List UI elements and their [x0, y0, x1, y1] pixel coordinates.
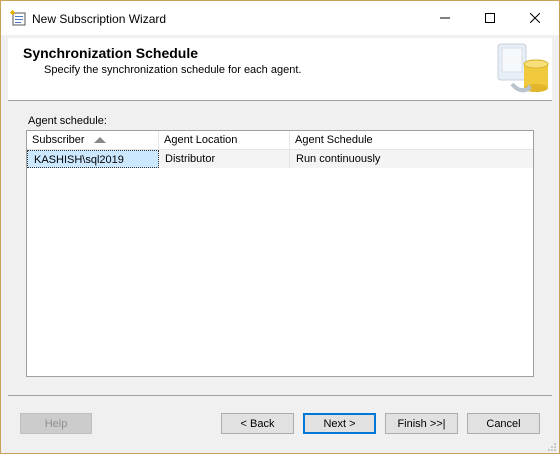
- cancel-button[interactable]: Cancel: [467, 413, 540, 434]
- wizard-header: Synchronization Schedule Specify the syn…: [8, 38, 552, 101]
- close-button[interactable]: [512, 1, 558, 35]
- page-title: Synchronization Schedule: [23, 45, 199, 61]
- column-header-agent-location[interactable]: Agent Location: [159, 131, 290, 149]
- cell-agent-schedule[interactable]: Run continuously: [290, 150, 533, 168]
- grid-header: Subscriber Agent Location Agent Schedule: [27, 131, 533, 150]
- finish-button[interactable]: Finish >>|: [385, 413, 458, 434]
- title-bar: New Subscription Wizard: [1, 1, 559, 35]
- help-button[interactable]: Help: [20, 413, 92, 434]
- agent-schedule-grid[interactable]: Subscriber Agent Location Agent Schedule…: [26, 130, 534, 377]
- close-icon: [530, 13, 540, 23]
- page-subtitle: Specify the synchronization schedule for…: [44, 64, 302, 76]
- next-button[interactable]: Next >: [303, 413, 376, 434]
- database-sync-icon: [492, 40, 550, 100]
- cell-subscriber[interactable]: KASHISH\sql2019: [27, 150, 159, 168]
- column-header-agent-schedule[interactable]: Agent Schedule: [290, 131, 533, 149]
- column-header-label: Agent Schedule: [295, 134, 373, 146]
- column-header-subscriber[interactable]: Subscriber: [27, 131, 159, 149]
- minimize-icon: [440, 17, 450, 19]
- minimize-button[interactable]: [422, 1, 468, 35]
- agent-schedule-label: Agent schedule:: [28, 115, 107, 127]
- column-header-label: Subscriber: [32, 134, 85, 146]
- table-row[interactable]: KASHISH\sql2019 Distributor Run continuo…: [27, 150, 533, 168]
- resize-grip-icon[interactable]: [547, 441, 557, 451]
- maximize-icon: [485, 13, 495, 23]
- wizard-window: New Subscription Wizard Synchronization …: [0, 0, 560, 454]
- column-header-label: Agent Location: [164, 134, 238, 146]
- wizard-app-icon: [10, 10, 26, 26]
- cell-agent-location[interactable]: Distributor: [159, 150, 290, 168]
- window-title: New Subscription Wizard: [32, 12, 167, 26]
- sort-ascending-icon: [94, 137, 106, 143]
- back-button[interactable]: < Back: [221, 413, 294, 434]
- footer-divider: [8, 395, 552, 396]
- maximize-button[interactable]: [467, 1, 513, 35]
